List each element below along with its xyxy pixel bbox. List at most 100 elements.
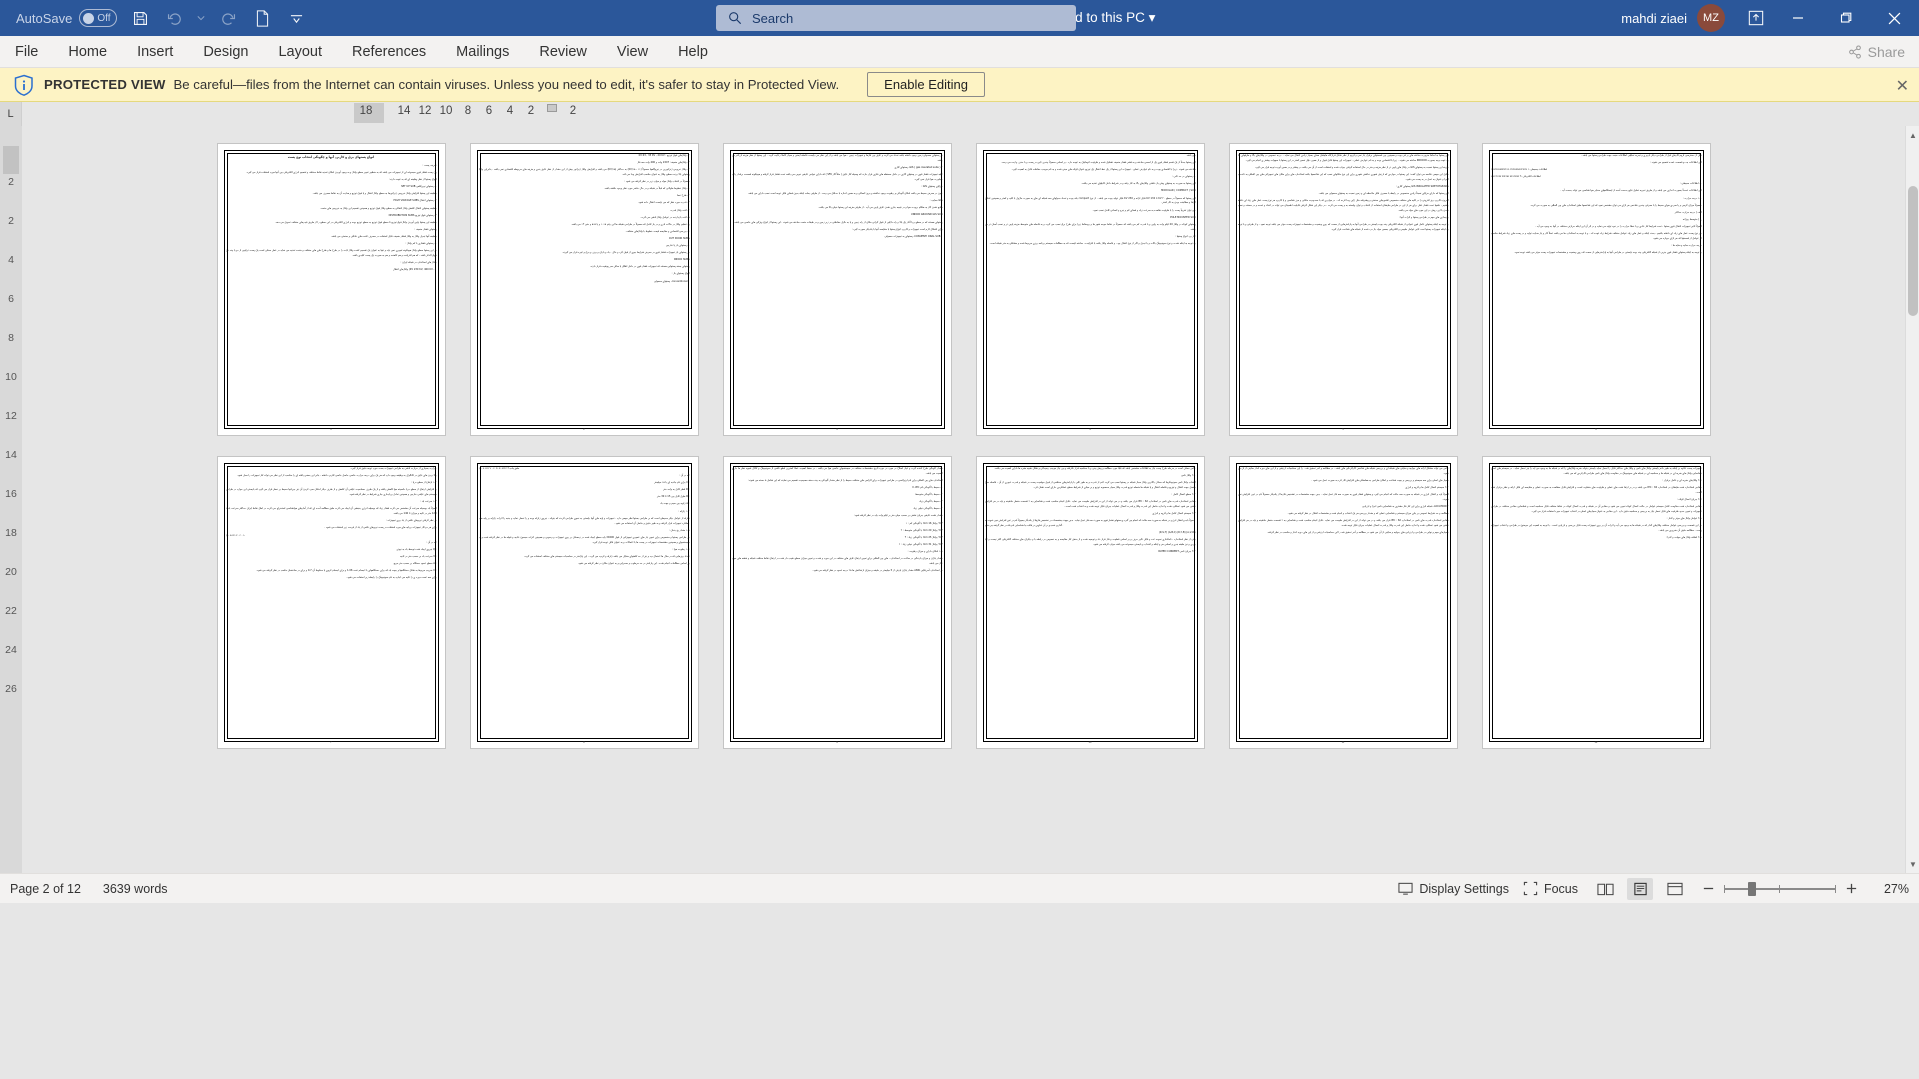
tab-references[interactable]: References [337, 36, 441, 68]
zoom-thumb[interactable] [1748, 881, 1756, 896]
page-thumbnail[interactable]: خاص ممکن است در مرحله طرح پست نیاز به اط… [976, 457, 1204, 748]
vruler-tick-2: 4 [8, 254, 14, 266]
page-thumbnail[interactable]: در پستهای معمولی زمین وجود داشته باشد تع… [723, 144, 951, 435]
paragraph: بر اساس مطالعات انجام شده ، این پارامتر … [577, 561, 690, 565]
paragraph: معیار های اصلی برای سه سیستم و بررسی و ج… [1311, 479, 1449, 482]
paragraph: این اطلاعات به دو قسمت عمده تقسیم می شون… [1650, 161, 1702, 165]
enable-editing-button[interactable]: Enable Editing [867, 72, 985, 97]
vruler-margin-top [3, 146, 19, 174]
close-icon[interactable]: ✕ [1896, 76, 1909, 96]
paragraph: خاص می تواند مشکل ارائه های جوابیه و سای… [1237, 467, 1449, 475]
page-thumbnail[interactable]: مقدار آلودگی طرح کننده گردد و عیار اصلاح… [723, 457, 951, 748]
vertical-scrollbar[interactable]: ▲ ▼ [1905, 126, 1919, 873]
web-layout-icon[interactable] [1662, 878, 1688, 900]
scroll-up-icon[interactable]: ▲ [1906, 128, 1919, 142]
vruler-tick-8: 16 [5, 488, 17, 500]
paragraph: مقدار باران و میزان بارندگی در ساعت در ا… [731, 557, 943, 565]
page-thumbnail[interactable]: انواع پستهای برق و کاربرد آنها و چگونگی … [217, 144, 445, 435]
title-dropdown-icon[interactable]: ▾ [1149, 10, 1156, 25]
page-content: ۲- ولتاژهای فوق توزیع : KV 63 , 33 KV , … [479, 154, 690, 421]
tab-design[interactable]: Design [188, 36, 263, 68]
paragraph: ۱- محیط با آلودگی کم II -IEC [912, 486, 943, 490]
focus-button[interactable]: Focus [1523, 881, 1578, 896]
page-thumbnail[interactable]: Q = 0. 625 V . C. D .R .SIN طبق ماده ۱۲ … [470, 457, 698, 748]
share-icon [1848, 44, 1862, 59]
tab-mailings[interactable]: Mailings [441, 36, 524, 68]
search-box[interactable]: Search [716, 5, 1076, 31]
paragraph: وظیفه این پستها افزایش ولتاژ خروجی ژنرات… [312, 192, 437, 196]
autosave-switch[interactable]: Off [79, 9, 118, 27]
tab-view[interactable]: View [602, 36, 663, 68]
customize-quick-access-icon[interactable] [279, 3, 313, 33]
restore-button[interactable] [1823, 0, 1869, 36]
page-thumbnail[interactable]: حرارت بسیاری از حرارت ناشی به طراحی تجهی… [217, 457, 445, 748]
tab-insert[interactable]: Insert [122, 36, 188, 68]
page-thumbnail[interactable]: ۲- ولتاژهای فوق توزیع : KV 63 , 33 KV , … [470, 144, 698, 435]
paragraph: OUT DOOR SUBS [668, 236, 690, 240]
page-row-2: حرارت بسیاری از حرارت ناشی به طراحی تجهی… [22, 457, 1905, 748]
tab-file[interactable]: File [0, 36, 53, 68]
paragraph: زلزله از عوامل دیگر محیطی است که بر طراح… [478, 516, 690, 525]
page-number: 8 [583, 741, 585, 744]
horizontal-ruler[interactable]: 18 14 12 10 8 6 4 2 2 [22, 102, 1919, 126]
paragraph: CONUENTI ONAL SUB ۱- پستهای به تجهیزات م… [884, 234, 943, 238]
page-content: حرارت بسیاری از حرارت ناشی به طراحی تجهی… [226, 467, 437, 734]
page-thumbnail[interactable]: قبل از دسترسی لزوم کارهای قبل از طراحی د… [1482, 144, 1710, 435]
paragraph: INDOO SUBS [673, 258, 690, 262]
print-layout-icon[interactable] [1627, 877, 1653, 900]
autosave-toggle[interactable]: AutoSave Off [10, 6, 123, 30]
paragraph: ۲- ولتاژهای فوق توزیع : KV 63 , 33 KV , … [638, 154, 690, 157]
user-name[interactable]: mahdi ziaei [1621, 11, 1687, 26]
save-icon[interactable] [123, 3, 157, 33]
paragraph: ۶- بررسی اقتصادی و مقایسه قیمت خطوط با و… [625, 229, 690, 233]
zoom-percent[interactable]: 27% [1867, 882, 1909, 896]
paragraph: منابع شدن گاز به هنگام برودت هوا و در نت… [818, 206, 943, 210]
tab-review[interactable]: Review [524, 36, 602, 68]
paragraph: GIS ( gas insulated subs ) ۲- پستهای گاز… [894, 166, 943, 169]
page-content: انواع پستهای برق و کاربرد آنها و چگونگی … [226, 154, 437, 421]
ruler-indent-marker[interactable] [547, 104, 557, 112]
undo-icon[interactable] [157, 3, 191, 33]
new-doc-icon[interactable] [245, 3, 279, 33]
share-button[interactable]: Share [1834, 36, 1919, 67]
page-thumbnail[interactable]: خاص می تواند مشکل ارائه های جوابیه و سای… [1229, 457, 1457, 748]
display-settings-button[interactable]: Display Settings [1398, 881, 1509, 896]
word-count[interactable]: 3639 words [103, 882, 168, 896]
tab-home[interactable]: Home [53, 36, 122, 68]
tab-help[interactable]: Help [663, 36, 723, 68]
paragraph: انتخاب ولتاژ نامی سوئیچگرها که معادل بال… [984, 481, 1196, 490]
scrollbar-thumb[interactable] [1908, 186, 1918, 316]
ruler-tick-2a: 2 [527, 105, 535, 117]
tab-layout[interactable]: Layout [263, 36, 337, 68]
zoom-tick [1779, 884, 1780, 893]
paragraph: وظیفه آنها تبدیل ولتاژ به ولتاژ فشار ضعی… [330, 234, 437, 238]
plus-icon[interactable] [1845, 882, 1858, 895]
zoom-slider[interactable] [1724, 881, 1836, 896]
avatar[interactable]: MZ [1697, 4, 1725, 32]
vertical-ruler[interactable]: 2 2 4 6 8 10 12 14 16 18 20 22 24 26 [0, 126, 22, 873]
paragraph: ۱- اطلاعات محیطی : [1679, 182, 1702, 186]
quick-access-toolbar: AutoSave Off [0, 3, 313, 33]
paragraph: مقدار نشت عایقی جریان نشتی بر حسب میلی م… [854, 514, 943, 518]
minimize-button[interactable] [1775, 0, 1821, 36]
page-indicator[interactable]: Page 2 of 12 [10, 882, 81, 896]
undo-dropdown-icon[interactable] [191, 3, 211, 33]
page-thumbnail[interactable]: این پستها به لحاظ ضرورت ساخته های بر قی … [1229, 144, 1457, 435]
paragraph: مقدار آلودگی طرح کننده گردد و عیار اصلاح… [731, 467, 943, 475]
formula: Q = 0.625 V . C . A [225, 533, 245, 537]
scroll-down-icon[interactable]: ▼ [1906, 857, 1919, 871]
horizontal-ruler-row: L 18 14 12 10 8 6 4 2 2 [0, 102, 1919, 126]
page-thumbnail[interactable]: می باشد این پستها بعدتاً از یک قسم فشار … [976, 144, 1204, 435]
close-button[interactable] [1871, 0, 1917, 36]
tab-stop-selector[interactable]: L [0, 102, 22, 126]
paragraph: تعریف پست : [422, 164, 437, 167]
minus-icon[interactable] [1702, 882, 1715, 895]
ribbon-display-options-icon[interactable] [1739, 3, 1773, 33]
read-mode-icon[interactable] [1592, 878, 1618, 900]
paragraph: مطالعه و حد شرایط عمومی بر بنای میزان سی… [1287, 512, 1449, 516]
zoom-track [1724, 887, 1836, 890]
paragraph: ۱-۲ ارتفاع از سطح دریا : [411, 481, 437, 485]
paragraph: با توجه به اینکه پستهای فشار قوی جزیی از… [1514, 251, 1702, 255]
page-thumbnail[interactable]: تجهیزات پست علاوه بر اینکه به طور دائم ب… [1482, 457, 1710, 748]
redo-icon[interactable] [211, 3, 245, 33]
